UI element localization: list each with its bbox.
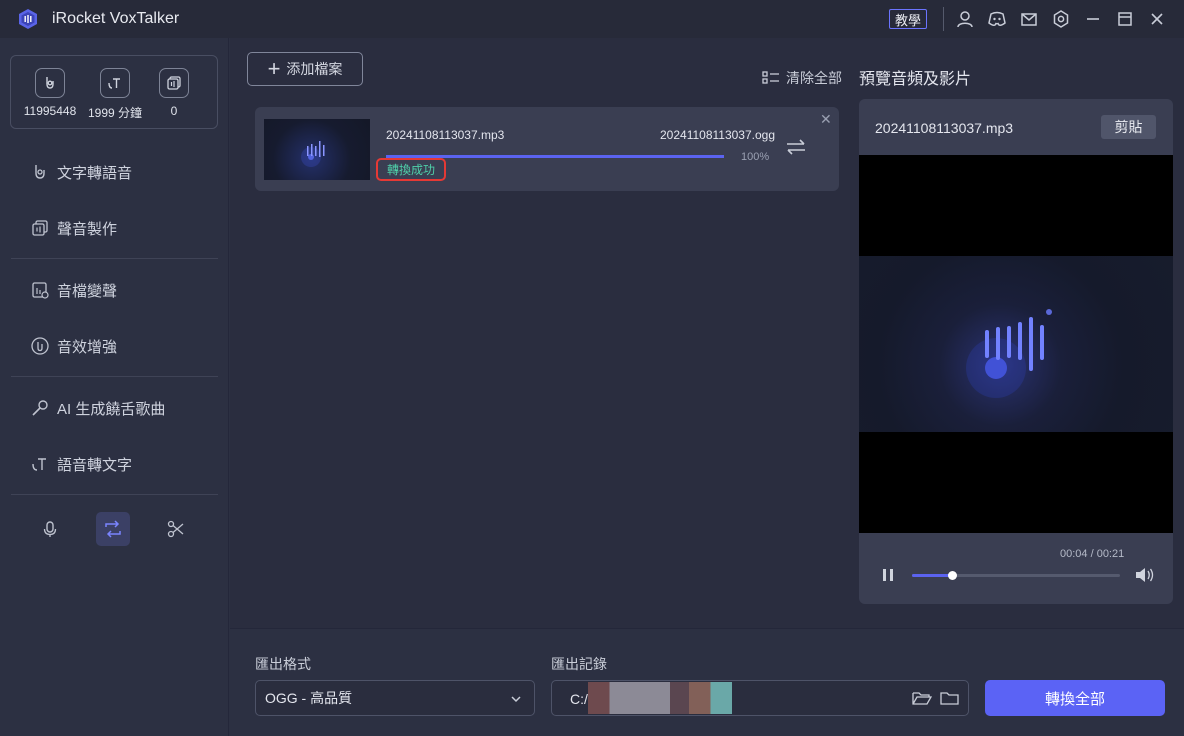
sidebar-item-audio-enhance[interactable]: 音效增強 [30, 334, 117, 358]
swap-icon[interactable] [785, 137, 807, 162]
redacted-path [588, 682, 732, 714]
scissors-icon [167, 520, 184, 538]
pause-button[interactable] [881, 568, 895, 587]
voice-clone-icon [32, 220, 48, 236]
audio-enhance-icon [31, 337, 49, 355]
format-select[interactable]: OGG - 高品質 [255, 680, 535, 716]
stat-clones: 0 [139, 68, 209, 118]
tutorial-button[interactable]: 教學 [889, 9, 927, 29]
sidebar-item-label: 音檔變聲 [57, 282, 118, 300]
source-filename: 20241108113037.mp3 [386, 128, 505, 142]
seek-bar-fill [912, 574, 952, 577]
voice-record-tool-button[interactable] [33, 512, 67, 546]
video-player[interactable] [859, 155, 1173, 533]
chevron-down-icon [511, 696, 521, 703]
sidebar-item-ai-rap[interactable]: AI 生成饒舌歌曲 [30, 396, 165, 420]
voice-changer-icon [32, 282, 49, 299]
sidebar-item-label: 語音轉文字 [57, 456, 133, 474]
plus-icon: + [267, 56, 281, 81]
sidebar-divider [11, 258, 218, 259]
sidebar-item-label: 文字轉語音 [57, 164, 133, 182]
account-icon[interactable] [955, 9, 975, 29]
remove-file-icon[interactable]: ✕ [820, 111, 832, 128]
text-to-speech-icon [35, 68, 65, 98]
sidebar: 11995448 1999 分鐘 0 文字轉語音 聲音製作 音檔變聲 音效增強 [0, 38, 229, 736]
sidebar-item-text-to-speech[interactable]: 文字轉語音 [30, 160, 132, 184]
microphone-icon [32, 400, 48, 416]
sidebar-item-voice-changer[interactable]: 音檔變聲 [30, 278, 117, 302]
sidebar-item-voice-clone[interactable]: 聲音製作 [30, 216, 117, 240]
seek-handle[interactable] [947, 571, 957, 580]
waveform-icon [966, 309, 1052, 398]
sidebar-divider [11, 376, 218, 377]
target-filename: 20241108113037.ogg [660, 128, 776, 142]
convert-icon [105, 520, 121, 538]
waveform-icon [301, 141, 325, 167]
file-thumbnail [264, 119, 370, 180]
status-highlight: 轉換成功 [376, 158, 446, 181]
preview-filename: 20241108113037.mp3 [875, 120, 1014, 136]
add-file-label: 添加檔案 [286, 61, 343, 77]
format-convert-tool-button[interactable] [96, 512, 130, 546]
export-bar: 匯出格式 匯出記錄 OGG - 高品質 C:/ 轉換全部 [230, 628, 1184, 736]
volume-icon [1136, 568, 1154, 582]
conversion-status: 轉換成功 [386, 163, 435, 177]
minimize-icon[interactable] [1083, 9, 1103, 29]
close-icon[interactable] [1147, 9, 1167, 29]
title-bar: iRocket VoxTalker 教學 [0, 0, 1184, 38]
list-icon [762, 71, 779, 84]
preview-title: 預覽音頻及影片 [859, 71, 972, 88]
stat-clones-value: 0 [170, 104, 178, 118]
discord-icon[interactable] [987, 9, 1007, 29]
sidebar-item-label: 聲音製作 [57, 220, 118, 238]
clear-all-label: 清除全部 [786, 70, 842, 86]
export-format-label: 匯出格式 [255, 656, 311, 672]
format-select-value: OGG - 高品質 [265, 690, 353, 706]
playback-time: 00:04 / 00:21 [1060, 548, 1125, 560]
volume-button[interactable] [1135, 567, 1155, 588]
cut-button[interactable]: 剪貼 [1101, 115, 1156, 139]
main-area: + 添加檔案 清除全部 20241108113037.mp3 202411081… [230, 38, 1184, 628]
video-artwork [859, 256, 1173, 432]
voice-clone-icon [159, 68, 189, 98]
microphone-icon [43, 521, 57, 537]
app-title: iRocket VoxTalker [52, 10, 180, 27]
sidebar-item-speech-to-text[interactable]: 語音轉文字 [30, 452, 132, 476]
stat-characters-value: 11995448 [23, 104, 77, 118]
speech-to-text-icon [32, 458, 46, 471]
export-path-label: 匯出記錄 [551, 656, 607, 672]
folder-icon[interactable] [940, 690, 960, 706]
progress-percent: 100% [741, 151, 770, 163]
settings-icon[interactable] [1051, 9, 1071, 29]
export-path-field[interactable]: C:/ [551, 680, 969, 716]
usage-stats: 11995448 1999 分鐘 0 [10, 55, 218, 129]
voice-minutes-icon [100, 68, 130, 98]
add-file-button[interactable]: + 添加檔案 [247, 52, 363, 86]
file-item: 20241108113037.mp3 20241108113037.ogg 10… [255, 107, 839, 191]
text-to-speech-icon [35, 165, 45, 179]
stat-characters: 11995448 [15, 68, 85, 118]
pause-icon [883, 569, 893, 581]
export-path-value: C:/ [570, 691, 588, 707]
app-logo-icon [17, 8, 39, 30]
clear-all-button[interactable]: 清除全部 [762, 68, 842, 88]
convert-all-button[interactable]: 轉換全部 [985, 680, 1165, 716]
open-folder-icon[interactable] [912, 690, 932, 706]
maximize-icon[interactable] [1115, 9, 1135, 29]
seek-bar[interactable] [912, 571, 1120, 580]
sidebar-divider [11, 494, 218, 495]
mail-icon[interactable] [1019, 9, 1039, 29]
titlebar-divider [943, 7, 944, 31]
sidebar-item-label: 音效增強 [57, 338, 118, 356]
cut-tool-button[interactable] [159, 512, 193, 546]
sidebar-item-label: AI 生成饒舌歌曲 [57, 400, 166, 418]
preview-panel: 20241108113037.mp3 剪貼 00:04 / 00:21 [859, 99, 1173, 604]
